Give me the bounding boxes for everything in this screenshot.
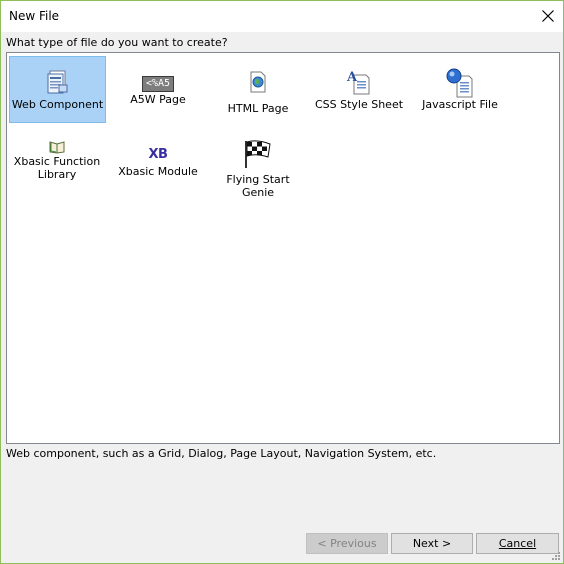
title-bar[interactable]: New File — [1, 1, 563, 32]
resize-grip-icon[interactable] — [551, 551, 561, 561]
file-type-list: Web Component <%A5 A5W Page HTML Page A — [6, 52, 560, 444]
a5w-page-icon: <%A5 — [142, 76, 174, 92]
book-icon — [49, 141, 65, 154]
file-type-label: Xbasic Module — [118, 165, 198, 178]
file-type-label: Xbasic Function Library — [13, 155, 101, 181]
prompt-label: What type of file do you want to create? — [6, 36, 228, 49]
file-type-web-component[interactable]: Web Component — [9, 56, 106, 123]
file-type-label: Flying Start Genie — [226, 173, 290, 199]
html-page-icon — [250, 71, 266, 93]
file-type-html-page[interactable]: HTML Page — [208, 56, 308, 123]
file-type-css-style-sheet[interactable]: A CSS Style Sheet — [309, 56, 409, 123]
file-type-label: HTML Page — [227, 102, 289, 115]
web-component-icon — [47, 70, 67, 94]
file-type-xbasic-module[interactable]: XB Xbasic Module — [108, 133, 208, 193]
previous-button[interactable]: < Previous — [306, 533, 388, 554]
new-file-dialog: New File What type of file do you want t… — [0, 0, 564, 564]
checkered-flag-icon — [245, 140, 271, 168]
xbasic-module-icon: XB — [148, 147, 168, 162]
next-button[interactable]: Next > — [391, 533, 473, 554]
file-type-label: A5W Page — [130, 93, 186, 106]
previous-button-label: < Previous — [317, 537, 377, 550]
svg-text:A: A — [346, 70, 358, 85]
window-title: New File — [9, 9, 60, 23]
file-type-xbasic-function-library[interactable]: Xbasic Function Library — [7, 133, 107, 193]
close-icon — [542, 10, 554, 22]
close-button[interactable] — [533, 1, 563, 31]
next-button-label: Next > — [412, 537, 452, 550]
file-type-javascript-file[interactable]: Javascript File — [410, 56, 510, 123]
file-type-flying-start-genie[interactable]: Flying Start Genie — [208, 133, 308, 199]
css-style-sheet-icon: A — [346, 70, 370, 95]
file-type-label: Javascript File — [422, 98, 498, 111]
description-text: Web component, such as a Grid, Dialog, P… — [6, 447, 437, 460]
cancel-button-label: Cancel — [498, 537, 537, 550]
cancel-button[interactable]: Cancel — [476, 533, 559, 554]
file-type-label: Web Component — [11, 98, 104, 111]
file-type-label: CSS Style Sheet — [314, 98, 404, 111]
file-type-a5w-page[interactable]: <%A5 A5W Page — [108, 56, 208, 116]
javascript-file-icon — [446, 68, 473, 98]
